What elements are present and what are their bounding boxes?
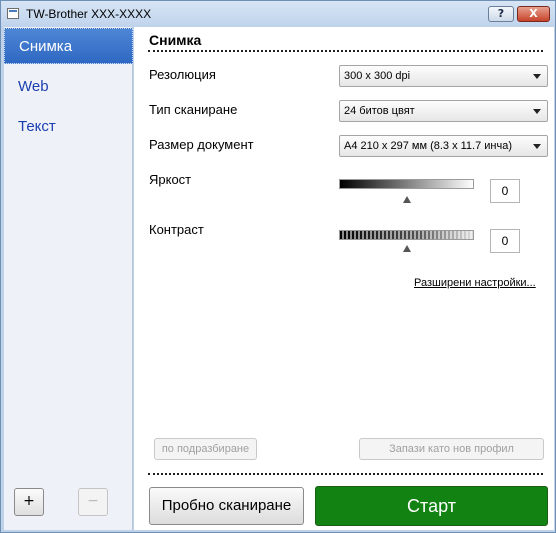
sidebar-item-web[interactable]: Web — [4, 69, 133, 105]
save-profile-button[interactable]: Запази като нов профил — [359, 438, 544, 460]
default-button[interactable]: по подразбиране — [154, 438, 257, 460]
resolution-label: Резолюция — [149, 67, 216, 82]
contrast-label: Контраст — [149, 222, 204, 237]
document-size-value: A4 210 x 297 мм (8.3 x 11.7 инча) — [344, 140, 513, 152]
chevron-down-icon — [533, 109, 541, 114]
scan-type-label: Тип сканиране — [149, 102, 238, 117]
contrast-value-field[interactable]: 0 — [490, 229, 520, 253]
scan-type-value: 24 битов цвят — [344, 105, 415, 117]
start-button[interactable]: Старт — [315, 486, 548, 526]
help-button[interactable]: ? — [488, 6, 514, 22]
sidebar: Снимка Web Текст + − — [4, 27, 133, 530]
window-title: TW-Brother XXX-XXXX — [26, 7, 152, 21]
add-profile-button[interactable]: + — [14, 488, 44, 516]
scanner-window: TW-Brother XXX-XXXX ? X Снимка Web Текст… — [0, 0, 556, 533]
close-button[interactable]: X — [517, 6, 550, 22]
title-bar: TW-Brother XXX-XXXX ? X — [1, 1, 555, 27]
chevron-down-icon — [533, 144, 541, 149]
remove-profile-button[interactable]: − — [78, 488, 108, 516]
resolution-select[interactable]: 300 x 300 dpi — [339, 65, 548, 87]
chevron-down-icon — [533, 74, 541, 79]
scan-type-select[interactable]: 24 битов цвят — [339, 100, 548, 122]
settings-panel: Снимка Резолюция 300 x 300 dpi Тип скани… — [134, 27, 554, 530]
app-icon — [7, 8, 19, 19]
resolution-value: 300 x 300 dpi — [344, 70, 411, 82]
contrast-slider-thumb[interactable] — [403, 245, 411, 252]
advanced-settings-link[interactable]: Разширени настройки... — [414, 277, 536, 289]
contrast-slider[interactable] — [339, 230, 474, 240]
sidebar-item-text[interactable]: Текст — [4, 109, 133, 145]
document-size-select[interactable]: A4 210 x 297 мм (8.3 x 11.7 инча) — [339, 135, 548, 157]
section-title: Снимка — [149, 32, 202, 48]
section-divider — [148, 50, 543, 52]
document-size-label: Размер документ — [149, 137, 254, 152]
brightness-slider-thumb[interactable] — [403, 196, 411, 203]
brightness-slider[interactable] — [339, 179, 474, 189]
brightness-label: Яркост — [149, 172, 192, 187]
prescan-button[interactable]: Пробно сканиране — [149, 487, 304, 525]
bottom-divider — [148, 473, 543, 475]
brightness-value-field[interactable]: 0 — [490, 179, 520, 203]
sidebar-item-photo[interactable]: Снимка — [4, 28, 133, 64]
